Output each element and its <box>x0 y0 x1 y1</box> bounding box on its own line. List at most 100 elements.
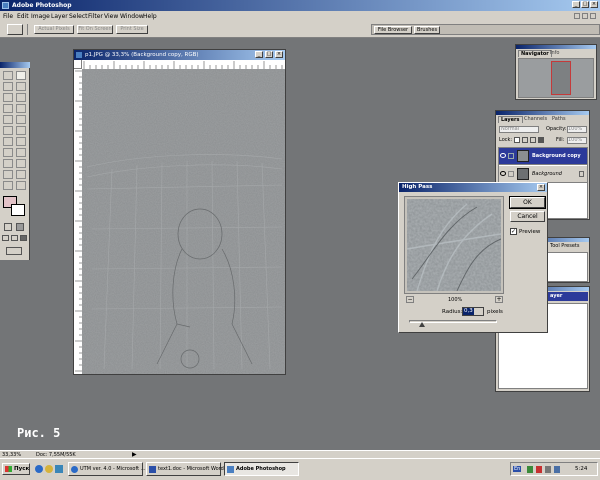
opacity-field[interactable]: 100% <box>567 126 587 133</box>
layer-link-icon[interactable] <box>508 171 514 177</box>
start-button[interactable]: Пуск <box>2 463 30 475</box>
blend-mode-select[interactable]: Normal <box>499 126 539 133</box>
quick-launch-ie-icon[interactable] <box>35 465 43 473</box>
corner-box <box>74 60 82 69</box>
tab-paths[interactable]: Paths <box>552 116 566 122</box>
tray-antivirus-icon[interactable] <box>536 466 542 473</box>
menu-view[interactable]: View <box>104 13 118 20</box>
screen-mode-standard-icon[interactable] <box>2 235 9 241</box>
dialog-close-button[interactable]: × <box>537 184 545 191</box>
task-label: text1.doc - Microsoft Word <box>158 466 224 472</box>
pen-tool-icon[interactable] <box>3 159 13 168</box>
task-button-photoshop[interactable]: Adobe Photoshop <box>224 462 299 476</box>
radius-slider-thumb[interactable] <box>419 322 426 327</box>
lock-image-icon[interactable] <box>522 137 528 143</box>
menu-layer[interactable]: Layer <box>51 13 68 20</box>
slice-tool-icon[interactable] <box>16 93 26 102</box>
magic-wand-tool-icon[interactable] <box>16 82 26 91</box>
lock-all-icon[interactable] <box>538 137 544 143</box>
notes-tool-icon[interactable] <box>3 170 13 179</box>
tray-volume-icon[interactable] <box>545 466 551 473</box>
quick-launch-outlook-icon[interactable] <box>45 465 53 473</box>
close-button[interactable]: × <box>590 1 598 8</box>
minimize-button[interactable]: _ <box>572 1 580 8</box>
cancel-button[interactable]: Cancel <box>510 211 545 222</box>
eyedropper-tool-icon[interactable] <box>16 170 26 179</box>
screen-mode-full-icon[interactable] <box>20 235 27 241</box>
tab-brushes[interactable]: Brushes <box>414 26 440 34</box>
move-tool-icon[interactable] <box>16 71 26 80</box>
word-icon <box>149 466 156 473</box>
marquee-tool-icon[interactable] <box>3 71 13 80</box>
screen-mode-full-menu-icon[interactable] <box>11 235 18 241</box>
tray-monitor-icon[interactable] <box>554 466 560 473</box>
fit-on-screen-button[interactable]: Fit On Screen <box>77 25 113 34</box>
menu-filter[interactable]: Filter <box>88 13 103 20</box>
lock-transparency-icon[interactable] <box>514 137 520 143</box>
tab-navigator[interactable]: Navigator <box>518 50 552 57</box>
task-button-utm[interactable]: UTM ver. 4.0 - Microsoft ... <box>68 462 145 476</box>
tab-info[interactable]: Info <box>548 50 561 56</box>
doc-restore-icon[interactable] <box>582 13 588 19</box>
maximize-button[interactable]: □ <box>581 1 589 8</box>
standard-mode-icon[interactable] <box>4 223 12 231</box>
task-button-word[interactable]: text1.doc - Microsoft Word <box>146 462 224 476</box>
menu-select[interactable]: Select <box>69 13 88 20</box>
path-select-tool-icon[interactable] <box>3 148 13 157</box>
language-indicator[interactable]: En <box>513 466 522 472</box>
tab-channels[interactable]: Channels <box>524 116 547 122</box>
print-size-button[interactable]: Print Size <box>116 25 148 34</box>
layer-row-background-copy[interactable]: Background copy <box>499 148 587 165</box>
document-close-button[interactable]: × <box>275 51 283 58</box>
crop-tool-icon[interactable] <box>3 93 13 102</box>
layer-link-icon[interactable] <box>508 153 514 159</box>
tab-file-browser[interactable]: File Browser <box>374 26 412 34</box>
menu-edit[interactable]: Edit <box>17 13 29 20</box>
preview-image[interactable] <box>407 199 501 291</box>
stamp-tool-icon[interactable] <box>3 115 13 124</box>
background-color-swatch[interactable] <box>11 204 25 216</box>
history-brush-tool-icon[interactable] <box>16 115 26 124</box>
document-maximize-button[interactable]: □ <box>265 51 273 58</box>
document-minimize-button[interactable]: _ <box>255 51 263 58</box>
lasso-tool-icon[interactable] <box>3 82 13 91</box>
tab-tool-presets[interactable]: Tool Presets <box>550 243 580 249</box>
dodge-tool-icon[interactable] <box>16 137 26 146</box>
preview-checkbox[interactable]: ✓ <box>510 228 517 235</box>
zoom-in-button[interactable]: + <box>495 296 503 303</box>
brush-tool-icon[interactable] <box>16 104 26 113</box>
ok-button[interactable]: OK <box>509 196 546 209</box>
visibility-eye-icon[interactable] <box>500 171 506 176</box>
status-arrow-icon[interactable]: ▶ <box>132 451 137 458</box>
visibility-eye-icon[interactable] <box>500 153 506 158</box>
tray-network-icon[interactable] <box>527 466 533 473</box>
toolbox <box>0 62 30 260</box>
navigator-thumbnail[interactable] <box>551 61 571 95</box>
shape-tool-icon[interactable] <box>16 159 26 168</box>
fill-field[interactable]: 100% <box>567 137 587 144</box>
blur-tool-icon[interactable] <box>3 137 13 146</box>
zoom-tool-preset-icon[interactable] <box>7 24 23 35</box>
eraser-tool-icon[interactable] <box>3 126 13 135</box>
actual-pixels-button[interactable]: Actual Pixels <box>34 25 74 34</box>
zoom-tool-icon[interactable] <box>16 181 26 190</box>
hand-tool-icon[interactable] <box>3 181 13 190</box>
layer-row-background[interactable]: Background <box>499 166 587 183</box>
menu-help[interactable]: Help <box>143 13 157 20</box>
document-canvas[interactable] <box>82 69 285 374</box>
radius-field[interactable]: 0,3 <box>462 307 484 316</box>
tab-layers[interactable]: Layers <box>498 116 523 123</box>
doc-close-icon[interactable] <box>590 13 596 19</box>
healing-tool-icon[interactable] <box>3 104 13 113</box>
gradient-tool-icon[interactable] <box>16 126 26 135</box>
jump-to-imageready-icon[interactable] <box>6 247 22 255</box>
menu-file[interactable]: File <box>3 13 13 20</box>
menu-window[interactable]: Window <box>120 13 144 20</box>
menu-image[interactable]: Image <box>31 13 50 20</box>
zoom-out-button[interactable]: − <box>406 296 414 303</box>
quick-launch-desktop-icon[interactable] <box>55 465 63 473</box>
type-tool-icon[interactable] <box>16 148 26 157</box>
quick-mask-icon[interactable] <box>16 223 24 231</box>
lock-position-icon[interactable] <box>530 137 536 143</box>
doc-minimize-icon[interactable] <box>574 13 580 19</box>
